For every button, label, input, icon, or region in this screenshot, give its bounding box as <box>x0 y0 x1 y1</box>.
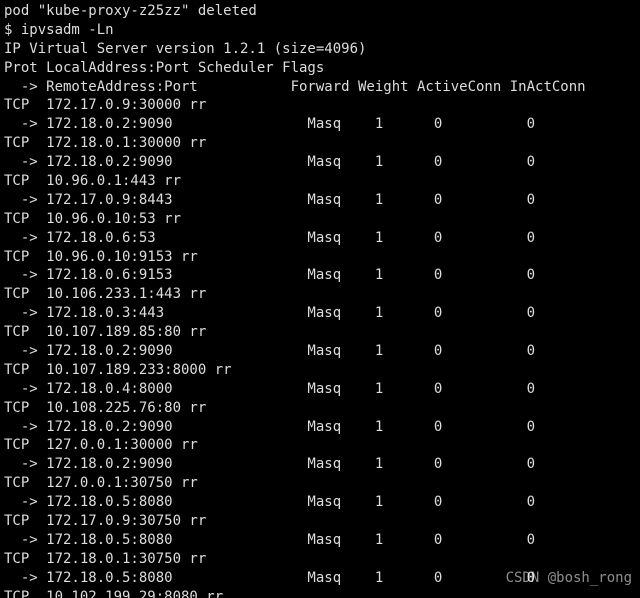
version-line: IP Virtual Server version 1.2.1 (size=40… <box>4 41 366 57</box>
watermark: CSDN @bosh_rong <box>506 569 632 588</box>
terminal-screenshot: { "line_deleted": "pod \"kube-proxy-z25z… <box>0 0 640 598</box>
deleted-line: pod "kube-proxy-z25zz" deleted <box>4 3 257 19</box>
prompt-line: $ ipvsadm -Ln <box>4 22 114 38</box>
terminal-output: pod "kube-proxy-z25zz" deleted $ ipvsadm… <box>0 0 640 598</box>
ipvs-rules: TCP 172.17.0.9:30000 rr -> 172.18.0.2:90… <box>4 97 535 598</box>
header-2: -> RemoteAddress:Port Forward Weight Act… <box>4 79 586 95</box>
header-1: Prot LocalAddress:Port Scheduler Flags <box>4 60 324 76</box>
